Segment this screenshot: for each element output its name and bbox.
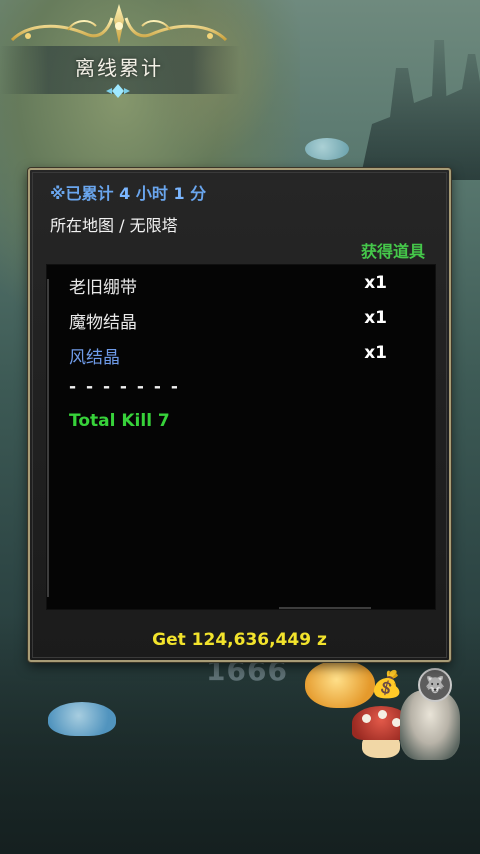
blue-slime-monster — [48, 702, 116, 736]
dialog-title: 离线累计 — [75, 56, 163, 80]
item-quantity: x1 — [364, 308, 387, 328]
loot-bag-icon[interactable]: 💰 — [370, 668, 404, 702]
items-header: 获得道具 — [360, 242, 425, 261]
current-map: 所在地图 / 无限塔 — [50, 216, 178, 235]
list-divider: - - - - - - - — [69, 377, 180, 397]
item-name: 老旧绷带 — [69, 278, 137, 298]
scroll-edge — [47, 279, 49, 597]
total-kill: Total Kill 7 — [69, 411, 170, 431]
offline-duration: ※已累计 4 小时 1 分 — [50, 184, 207, 203]
item-quantity: x1 — [364, 343, 387, 363]
gold-reward: Get 124,636,449 z — [152, 630, 327, 650]
reward-list[interactable]: 老旧绷带 x1 魔物结晶 x1 风结晶 x1 - - - - - - - Tot… — [46, 264, 436, 610]
list-item: 风结晶 x1 — [69, 343, 409, 369]
scroll-edge-bottom — [279, 607, 371, 609]
background-airship — [305, 138, 349, 160]
item-quantity: x1 — [364, 273, 387, 293]
orange-slime-monster — [305, 660, 375, 708]
item-name: 魔物结晶 — [69, 313, 137, 333]
offline-reward-dialog: ※已累计 4 小时 1 分 所在地图 / 无限塔 获得道具 老旧绷带 x1 魔物… — [28, 168, 451, 662]
list-item: 老旧绷带 x1 — [69, 273, 409, 299]
wolf-pet-icon[interactable]: 🐺 — [418, 668, 452, 702]
title-ornament-icon — [10, 4, 228, 44]
title-gem-icon — [106, 84, 130, 98]
list-item: 魔物结晶 x1 — [69, 308, 409, 334]
background-tower — [360, 40, 480, 180]
item-name: 风结晶 — [69, 348, 120, 368]
